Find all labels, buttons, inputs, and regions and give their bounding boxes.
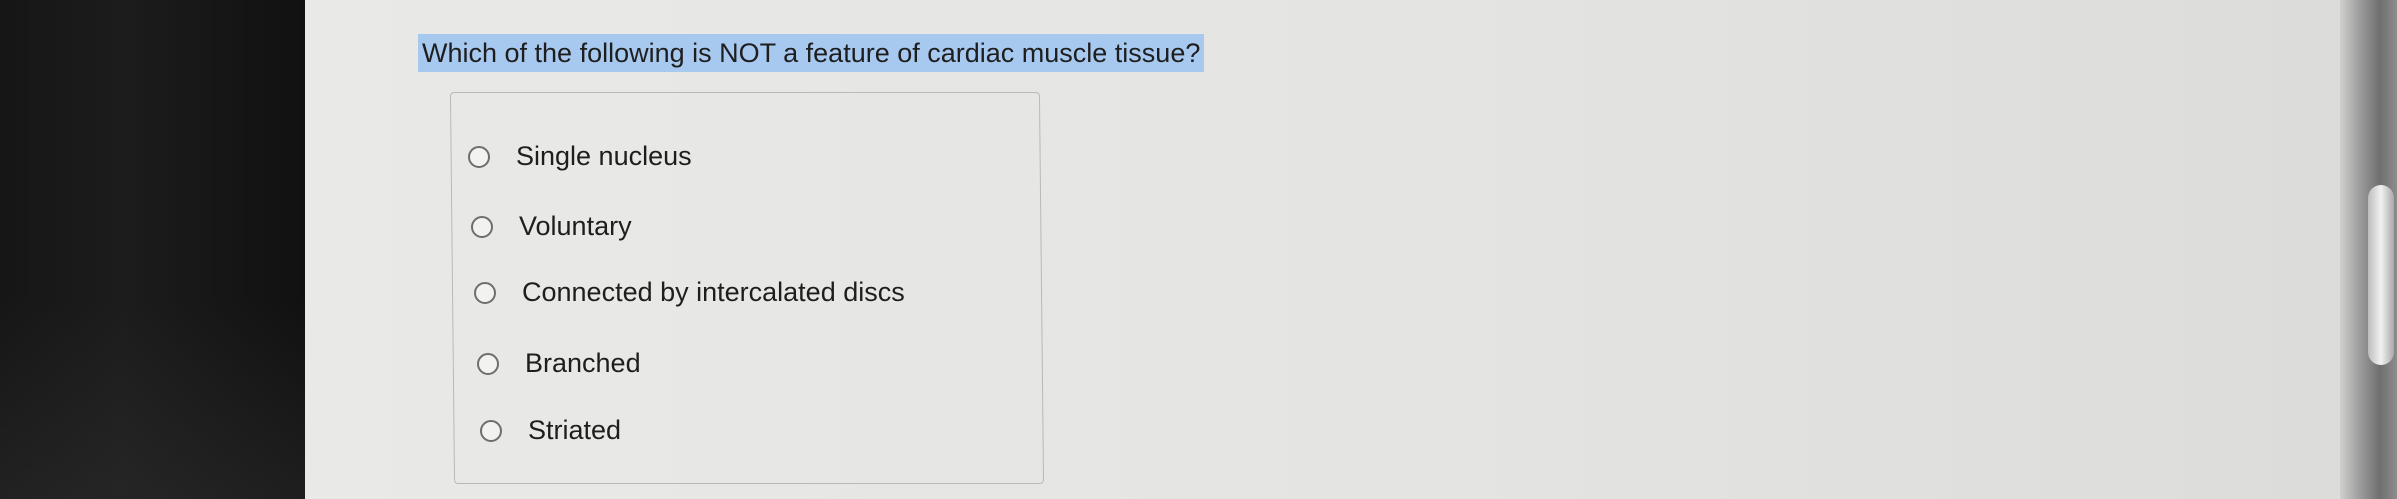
question-text: Which of the following is NOT a feature … [418, 34, 1205, 72]
option-label: Voluntary [519, 211, 632, 241]
radio-button[interactable] [471, 215, 493, 238]
radio-button[interactable] [480, 419, 502, 442]
option-branched[interactable]: Branched [477, 348, 641, 379]
option-label: Striated [528, 415, 622, 445]
radio-button[interactable] [474, 281, 496, 304]
option-label: Connected by intercalated discs [522, 277, 905, 307]
option-label: Branched [525, 348, 641, 378]
monitor-edge-highlight [2368, 185, 2394, 365]
option-striated[interactable]: Striated [480, 415, 621, 446]
radio-button[interactable] [468, 145, 490, 168]
option-voluntary[interactable]: Voluntary [471, 211, 632, 242]
radio-button[interactable] [477, 352, 499, 375]
option-single-nucleus[interactable]: Single nucleus [468, 141, 692, 172]
bezel-shadow [0, 300, 305, 499]
option-label: Single nucleus [516, 141, 692, 171]
option-intercalated-discs[interactable]: Connected by intercalated discs [474, 277, 905, 308]
